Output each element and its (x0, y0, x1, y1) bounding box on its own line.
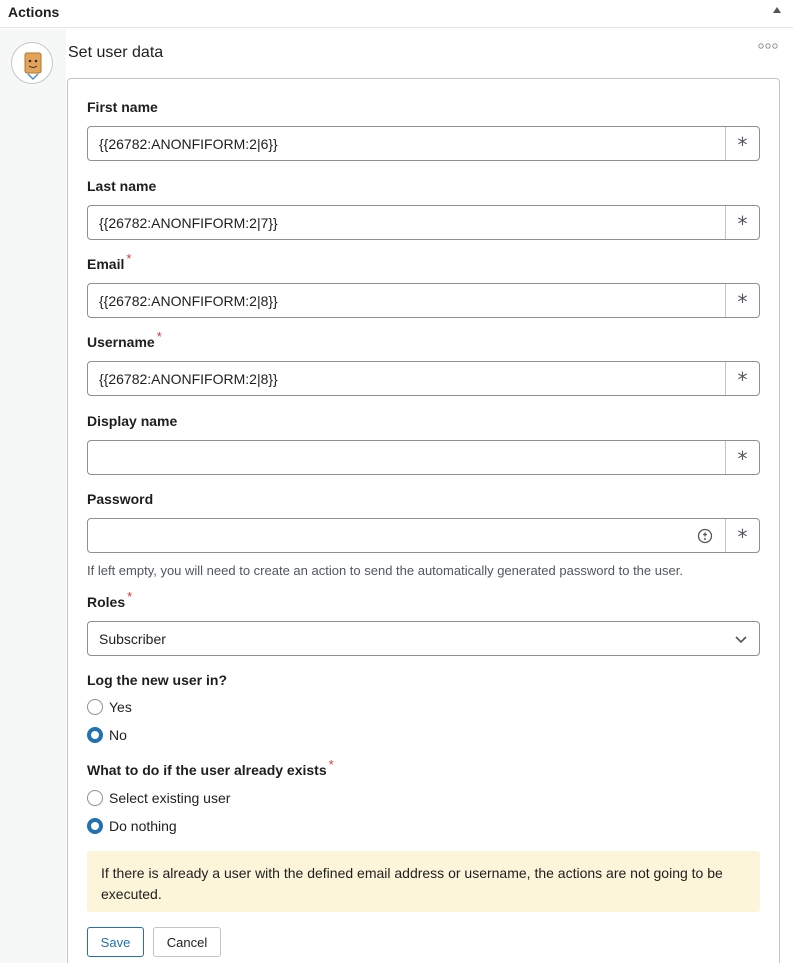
first-name-value: {{26782:ANONFIFORM:2|6}} (99, 136, 278, 152)
radio-label: No (109, 727, 127, 743)
token-picker-button[interactable]: * (725, 206, 759, 239)
token-picker-button[interactable]: * (725, 441, 759, 474)
display-name-label: Display name (87, 413, 178, 429)
radio-label: Yes (109, 699, 132, 715)
asterisk-icon: * (737, 212, 748, 236)
username-label: Username * (87, 329, 162, 350)
username-field[interactable]: {{26782:ANONFIFORM:2|8}} * (87, 361, 760, 396)
ellipsis-icon[interactable] (758, 41, 778, 51)
log-in-label: Log the new user in? (87, 672, 228, 688)
password-field[interactable]: * (87, 518, 760, 553)
email-field[interactable]: {{26782:ANONFIFORM:2|8}} * (87, 283, 760, 318)
action-title: Set user data (68, 44, 164, 61)
asterisk-icon: * (737, 525, 748, 549)
required-marker: * (126, 251, 132, 266)
asterisk-icon: * (737, 290, 748, 314)
generate-password-icon[interactable] (697, 528, 713, 544)
bot-avatar-icon (11, 42, 53, 84)
first-name-field[interactable]: {{26782:ANONFIFORM:2|6}} * (87, 126, 760, 161)
sidebar-shade (0, 29, 66, 963)
radio-button-checked[interactable] (87, 818, 103, 834)
radio-button[interactable] (87, 699, 103, 715)
cancel-button[interactable]: Cancel (153, 927, 221, 957)
username-value: {{26782:ANONFIFORM:2|8}} (99, 371, 278, 387)
save-button[interactable]: Save (87, 927, 144, 957)
last-name-value: {{26782:ANONFIFORM:2|7}} (99, 215, 278, 231)
asterisk-icon: * (737, 133, 748, 157)
triangle-up-icon[interactable] (773, 7, 781, 13)
required-marker: * (328, 757, 334, 772)
first-name-label: First name (87, 99, 158, 115)
actions-header[interactable]: Actions (0, 0, 793, 28)
roles-select[interactable]: Subscriber (87, 621, 760, 656)
last-name-field[interactable]: {{26782:ANONFIFORM:2|7}} * (87, 205, 760, 240)
token-picker-button[interactable]: * (725, 284, 759, 317)
asterisk-icon: * (737, 368, 748, 392)
password-label: Password (87, 491, 154, 507)
radio-label: Select existing user (109, 790, 231, 806)
notice-text: If there is already a user with the defi… (101, 865, 723, 902)
token-picker-button[interactable]: * (725, 519, 759, 552)
radio-label: Do nothing (109, 818, 177, 834)
password-help-text: If left empty, you will need to create a… (87, 563, 683, 578)
roles-selected-value: Subscriber (99, 631, 166, 647)
chevron-down-icon (735, 636, 747, 644)
roles-label: Roles * (87, 589, 133, 610)
required-marker: * (127, 589, 133, 604)
warning-notice: If there is already a user with the defi… (87, 851, 760, 912)
email-label: Email * (87, 251, 132, 272)
actions-title: Actions (8, 4, 60, 20)
display-name-field[interactable]: * (87, 440, 760, 475)
radio-button[interactable] (87, 790, 103, 806)
existing-user-label: What to do if the user already exists * (87, 757, 334, 778)
token-picker-button[interactable]: * (725, 362, 759, 395)
last-name-label: Last name (87, 178, 157, 194)
required-marker: * (156, 329, 162, 344)
email-value: {{26782:ANONFIFORM:2|8}} (99, 293, 278, 309)
radio-button-checked[interactable] (87, 727, 103, 743)
asterisk-icon: * (737, 447, 748, 471)
token-picker-button[interactable]: * (725, 127, 759, 160)
